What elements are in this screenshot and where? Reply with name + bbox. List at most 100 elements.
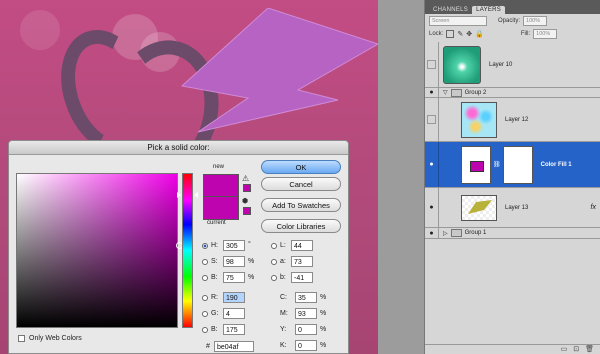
visibility-off-icon bbox=[427, 115, 436, 124]
layer-thumbnail bbox=[443, 45, 481, 84]
red-field[interactable]: 190 bbox=[223, 292, 245, 303]
blend-mode-select[interactable]: Screen bbox=[429, 15, 487, 26]
saturation-unit: % bbox=[248, 258, 255, 265]
layer-thumbnail bbox=[461, 194, 497, 221]
lock-paint-icon[interactable]: ✎ bbox=[457, 30, 463, 38]
chevron-right-icon[interactable]: ▷ bbox=[443, 230, 448, 237]
lab-a-field[interactable]: 73 bbox=[291, 256, 313, 267]
lab-l-field[interactable]: 44 bbox=[291, 240, 313, 251]
layer-row-layer-13[interactable]: ● Layer 13 fx bbox=[425, 188, 600, 228]
green-radio[interactable] bbox=[202, 311, 208, 317]
tab-channels[interactable]: CHANNELS bbox=[429, 6, 472, 14]
yellow-unit: % bbox=[320, 326, 327, 333]
current-color-swatch[interactable] bbox=[203, 196, 239, 220]
out-of-gamut-warning-icon[interactable]: ⚠ bbox=[242, 174, 249, 183]
trash-icon[interactable]: 🗑 bbox=[585, 345, 594, 354]
brightness-field[interactable]: 75 bbox=[223, 272, 245, 283]
brightness-radio[interactable] bbox=[202, 275, 208, 281]
saturation-label: S: bbox=[211, 258, 218, 265]
web-safe-warning-icon[interactable]: ⬢ bbox=[242, 197, 248, 205]
visibility-toggle[interactable]: ● bbox=[425, 142, 439, 187]
only-web-colors-checkbox[interactable] bbox=[18, 335, 25, 342]
panel-tabs: CHANNELS LAYERS bbox=[425, 0, 600, 14]
fx-icon[interactable]: fx bbox=[591, 204, 596, 211]
hex-label: # bbox=[206, 343, 210, 350]
yellow-label: Y: bbox=[280, 326, 287, 333]
visibility-off-icon bbox=[427, 60, 436, 69]
link-icon[interactable]: ⛓ bbox=[493, 161, 501, 168]
gamut-swatch[interactable] bbox=[243, 184, 251, 192]
opacity-field[interactable]: 100% bbox=[523, 15, 548, 26]
visibility-toggle[interactable] bbox=[425, 42, 439, 87]
color-libraries-button[interactable]: Color Libraries bbox=[261, 219, 341, 233]
cyan-field[interactable]: 35 bbox=[295, 292, 317, 303]
bokeh-circle bbox=[20, 10, 60, 50]
hue-field[interactable]: 305 bbox=[223, 240, 245, 251]
layer-row-group-1[interactable]: ● ▷ Group 1 bbox=[425, 228, 600, 239]
yellow-field[interactable]: 0 bbox=[295, 324, 317, 335]
layer-row-group-2[interactable]: ● ▽ Group 2 bbox=[425, 88, 600, 98]
fill-label: Fill: bbox=[520, 30, 531, 37]
hue-slider[interactable] bbox=[182, 173, 193, 328]
lab-l-label: L: bbox=[280, 242, 286, 249]
blue-radio[interactable] bbox=[202, 327, 208, 333]
color-picker-dialog: Pick a solid color: new current ⚠ ⬢ OK C… bbox=[8, 140, 349, 354]
layer-name[interactable]: Group 2 bbox=[465, 90, 487, 96]
green-field[interactable]: 4 bbox=[223, 308, 245, 319]
lab-b-field[interactable]: -41 bbox=[291, 272, 313, 283]
cyan-label: C: bbox=[280, 294, 287, 301]
lab-a-radio[interactable] bbox=[271, 259, 277, 265]
hex-field[interactable]: be04af bbox=[214, 341, 254, 352]
magenta-unit: % bbox=[320, 310, 327, 317]
eye-icon: ● bbox=[429, 229, 434, 237]
visibility-toggle[interactable]: ● bbox=[425, 228, 439, 238]
layer-name[interactable]: Group 1 bbox=[465, 230, 487, 236]
add-to-swatches-button[interactable]: Add To Swatches bbox=[261, 198, 341, 212]
lock-all-icon[interactable]: 🔒 bbox=[475, 30, 484, 38]
chevron-down-icon[interactable]: ▽ bbox=[443, 89, 448, 96]
fill-thumbnail[interactable] bbox=[461, 145, 491, 184]
layer-name[interactable]: Layer 12 bbox=[505, 117, 528, 123]
blend-opacity-row: Screen Opacity: 100% bbox=[425, 14, 600, 27]
lab-b-radio[interactable] bbox=[271, 275, 277, 281]
red-radio[interactable] bbox=[202, 295, 208, 301]
lock-move-icon[interactable]: ✥ bbox=[466, 30, 472, 38]
layer-name[interactable]: Color Fill 1 bbox=[541, 162, 572, 168]
new-layer-icon[interactable]: ⊡ bbox=[573, 345, 579, 354]
magenta-field[interactable]: 93 bbox=[295, 308, 317, 319]
black-field[interactable]: 0 bbox=[295, 340, 317, 351]
lab-b-label: b: bbox=[280, 274, 286, 281]
canvas-gutter bbox=[378, 0, 424, 354]
hue-slider-handle-left[interactable] bbox=[177, 192, 181, 198]
hue-slider-handle-right[interactable] bbox=[194, 192, 198, 198]
lab-l-radio[interactable] bbox=[271, 243, 277, 249]
hue-radio[interactable] bbox=[202, 243, 208, 249]
lock-label: Lock: bbox=[429, 30, 444, 37]
layer-row-layer-10[interactable]: Layer 10 bbox=[425, 42, 600, 88]
saturation-radio[interactable] bbox=[202, 259, 208, 265]
tab-layers[interactable]: LAYERS bbox=[472, 6, 506, 14]
visibility-toggle[interactable]: ● bbox=[425, 188, 439, 227]
layer-name[interactable]: Layer 10 bbox=[489, 62, 512, 68]
visibility-toggle[interactable] bbox=[425, 98, 439, 141]
ok-button[interactable]: OK bbox=[261, 160, 341, 174]
saturation-brightness-field[interactable] bbox=[16, 173, 183, 328]
web-safe-swatch[interactable] bbox=[243, 207, 251, 215]
visibility-toggle[interactable]: ● bbox=[425, 88, 439, 97]
new-label: new bbox=[213, 164, 225, 170]
lock-transparent-icon[interactable] bbox=[446, 29, 455, 38]
new-group-icon[interactable]: ▭ bbox=[561, 345, 568, 354]
saturation-field[interactable]: 98 bbox=[223, 256, 245, 267]
only-web-colors-label[interactable]: Only Web Colors bbox=[29, 335, 82, 342]
cancel-button[interactable]: Cancel bbox=[261, 177, 341, 191]
blue-label: B: bbox=[211, 326, 218, 333]
green-label: G: bbox=[211, 310, 219, 317]
lab-a-label: a: bbox=[280, 258, 286, 265]
fill-field[interactable]: 100% bbox=[533, 28, 558, 39]
layer-row-color-fill-1[interactable]: ● ⛓ Color Fill 1 bbox=[425, 142, 600, 188]
folder-icon bbox=[450, 88, 462, 97]
mask-thumbnail[interactable] bbox=[502, 145, 533, 184]
blue-field[interactable]: 175 bbox=[223, 324, 245, 335]
layer-row-layer-12[interactable]: Layer 12 bbox=[425, 98, 600, 142]
layer-name[interactable]: Layer 13 bbox=[505, 205, 528, 211]
